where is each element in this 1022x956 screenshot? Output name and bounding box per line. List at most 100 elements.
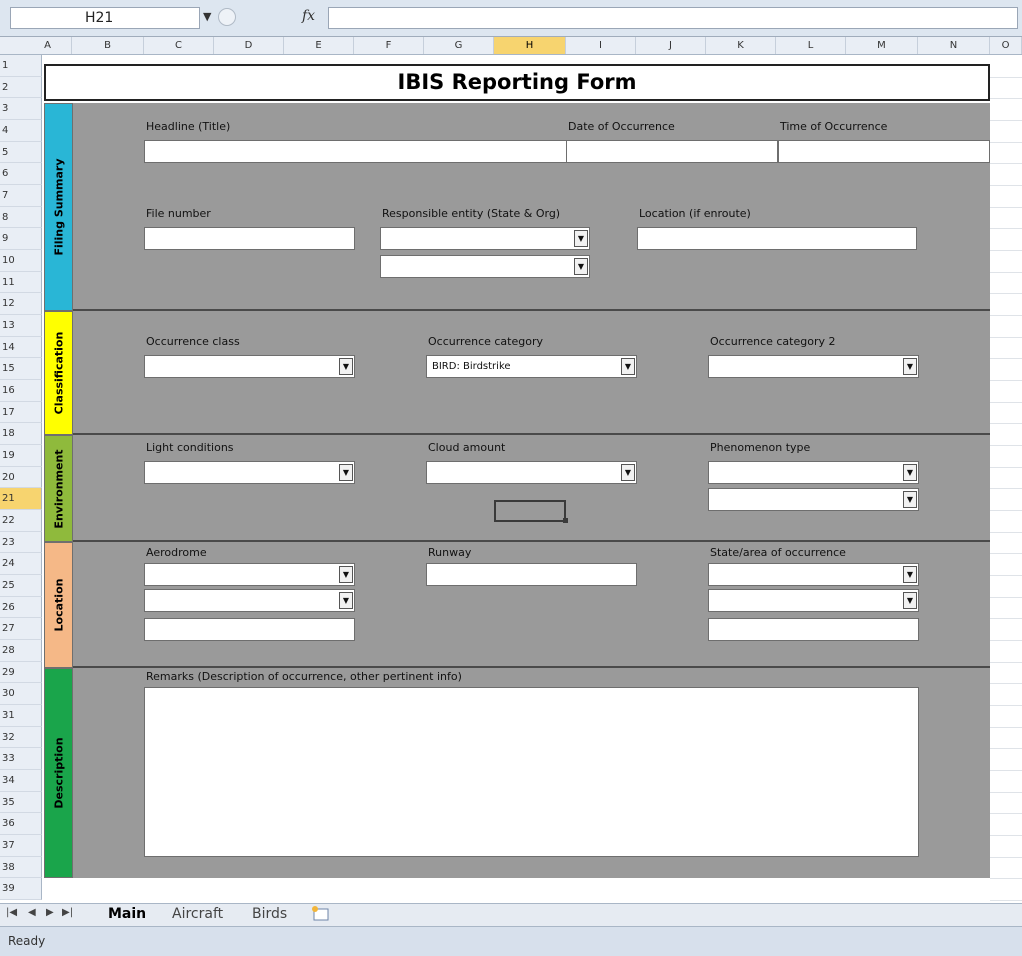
formula-input[interactable] <box>328 7 1018 29</box>
row-header[interactable]: 8 <box>0 206 42 229</box>
column-header[interactable]: M <box>846 37 918 54</box>
row-header[interactable]: 19 <box>0 445 42 467</box>
row-header[interactable]: 13 <box>0 315 42 337</box>
row-header[interactable]: 3 <box>0 98 42 120</box>
row-header[interactable]: 24 <box>0 553 42 575</box>
row-header[interactable]: 36 <box>0 813 42 835</box>
row-header[interactable]: 20 <box>0 466 42 489</box>
column-header[interactable]: J <box>636 37 706 54</box>
chevron-down-icon[interactable]: ▼ <box>574 258 588 275</box>
row-header[interactable]: 21 <box>0 488 42 510</box>
column-header[interactable]: I <box>566 37 636 54</box>
row-header[interactable]: 12 <box>0 293 42 315</box>
name-box[interactable]: H21 <box>10 7 200 29</box>
column-header[interactable]: K <box>706 37 776 54</box>
column-header[interactable]: F <box>354 37 424 54</box>
phenomenon-type-select-1[interactable]: ▼ <box>708 461 919 484</box>
row-header[interactable]: 4 <box>0 120 42 142</box>
row-header[interactable]: 33 <box>0 748 42 770</box>
chevron-down-icon[interactable]: ▼ <box>574 230 588 247</box>
row-header[interactable]: 35 <box>0 791 42 814</box>
column-header-selected[interactable]: H <box>494 37 566 54</box>
active-cell-h21[interactable] <box>494 500 566 522</box>
chevron-down-icon[interactable]: ▼ <box>339 464 353 481</box>
row-header[interactable]: 6 <box>0 163 42 185</box>
row-header[interactable]: 32 <box>0 726 42 749</box>
insert-function-icon[interactable]: fx <box>302 8 315 24</box>
row-header[interactable]: 2 <box>0 76 42 99</box>
column-header[interactable]: L <box>776 37 846 54</box>
fill-handle[interactable] <box>563 518 568 523</box>
next-sheet-icon[interactable]: ▶ <box>46 907 54 918</box>
column-header[interactable]: O <box>990 37 1022 54</box>
cloud-amount-select[interactable]: ▼ <box>426 461 637 484</box>
chevron-down-icon[interactable]: ▼ <box>903 491 917 508</box>
chevron-down-icon[interactable]: ▼ <box>339 358 353 375</box>
row-header[interactable]: 30 <box>0 683 42 705</box>
occurrence-class-select[interactable]: ▼ <box>144 355 355 378</box>
tab-main[interactable]: Main <box>108 904 146 925</box>
select-all-corner[interactable] <box>0 37 24 54</box>
occurrence-category-select[interactable]: BIRD: Birdstrike ▼ <box>426 355 637 378</box>
light-conditions-select[interactable]: ▼ <box>144 461 355 484</box>
file-number-input[interactable] <box>144 227 355 250</box>
row-header[interactable]: 7 <box>0 185 42 207</box>
row-header[interactable]: 29 <box>0 661 42 684</box>
responsible-state-select[interactable]: ▼ <box>380 227 590 250</box>
column-header[interactable]: A <box>24 37 72 54</box>
row-header[interactable]: 10 <box>0 250 42 272</box>
first-sheet-icon[interactable]: |◀ <box>6 907 17 918</box>
row-header[interactable]: 17 <box>0 401 42 424</box>
column-header[interactable]: N <box>918 37 990 54</box>
column-header[interactable]: C <box>144 37 214 54</box>
chevron-down-icon[interactable]: ▼ <box>903 464 917 481</box>
chevron-down-icon[interactable]: ▼ <box>339 592 353 609</box>
row-header[interactable]: 14 <box>0 336 42 359</box>
aerodrome-select-1[interactable]: ▼ <box>144 563 355 586</box>
row-header[interactable]: 9 <box>0 228 42 250</box>
row-header[interactable]: 16 <box>0 380 42 402</box>
formula-cancel-icon[interactable] <box>218 8 236 26</box>
row-header[interactable]: 39 <box>0 878 42 900</box>
headline-input[interactable] <box>144 140 568 163</box>
tab-birds[interactable]: Birds <box>252 904 287 925</box>
date-input[interactable] <box>566 140 778 163</box>
row-header[interactable]: 38 <box>0 856 42 879</box>
row-header[interactable]: 23 <box>0 531 42 554</box>
state-area-select-1[interactable]: ▼ <box>708 563 919 586</box>
runway-input[interactable] <box>426 563 637 586</box>
column-header[interactable]: B <box>72 37 144 54</box>
chevron-down-icon[interactable]: ▼ <box>339 566 353 583</box>
location-enroute-input[interactable] <box>637 227 917 250</box>
row-header[interactable]: 31 <box>0 705 42 727</box>
row-header[interactable]: 5 <box>0 141 42 164</box>
remarks-textarea[interactable] <box>144 687 919 857</box>
name-box-dropdown-icon[interactable]: ▼ <box>203 10 211 23</box>
row-header[interactable]: 26 <box>0 596 42 619</box>
row-header[interactable]: 34 <box>0 770 42 792</box>
occurrence-category-2-select[interactable]: ▼ <box>708 355 919 378</box>
column-header[interactable]: E <box>284 37 354 54</box>
phenomenon-type-select-2[interactable]: ▼ <box>708 488 919 511</box>
tab-aircraft[interactable]: Aircraft <box>172 904 223 925</box>
row-header[interactable]: 27 <box>0 618 42 640</box>
row-header[interactable]: 28 <box>0 640 42 662</box>
row-header[interactable]: 22 <box>0 510 42 532</box>
aerodrome-select-2[interactable]: ▼ <box>144 589 355 612</box>
last-sheet-icon[interactable]: ▶| <box>62 907 73 918</box>
row-header[interactable]: 25 <box>0 575 42 597</box>
state-area-input[interactable] <box>708 618 919 641</box>
insert-sheet-icon[interactable] <box>306 905 336 923</box>
chevron-down-icon[interactable]: ▼ <box>903 566 917 583</box>
chevron-down-icon[interactable]: ▼ <box>621 464 635 481</box>
chevron-down-icon[interactable]: ▼ <box>621 358 635 375</box>
chevron-down-icon[interactable]: ▼ <box>903 358 917 375</box>
row-header[interactable]: 1 <box>0 55 42 77</box>
row-header[interactable]: 37 <box>0 835 42 857</box>
row-header[interactable]: 15 <box>0 358 42 380</box>
column-header[interactable]: G <box>424 37 494 54</box>
chevron-down-icon[interactable]: ▼ <box>903 592 917 609</box>
prev-sheet-icon[interactable]: ◀ <box>28 907 36 918</box>
responsible-org-select[interactable]: ▼ <box>380 255 590 278</box>
state-area-select-2[interactable]: ▼ <box>708 589 919 612</box>
